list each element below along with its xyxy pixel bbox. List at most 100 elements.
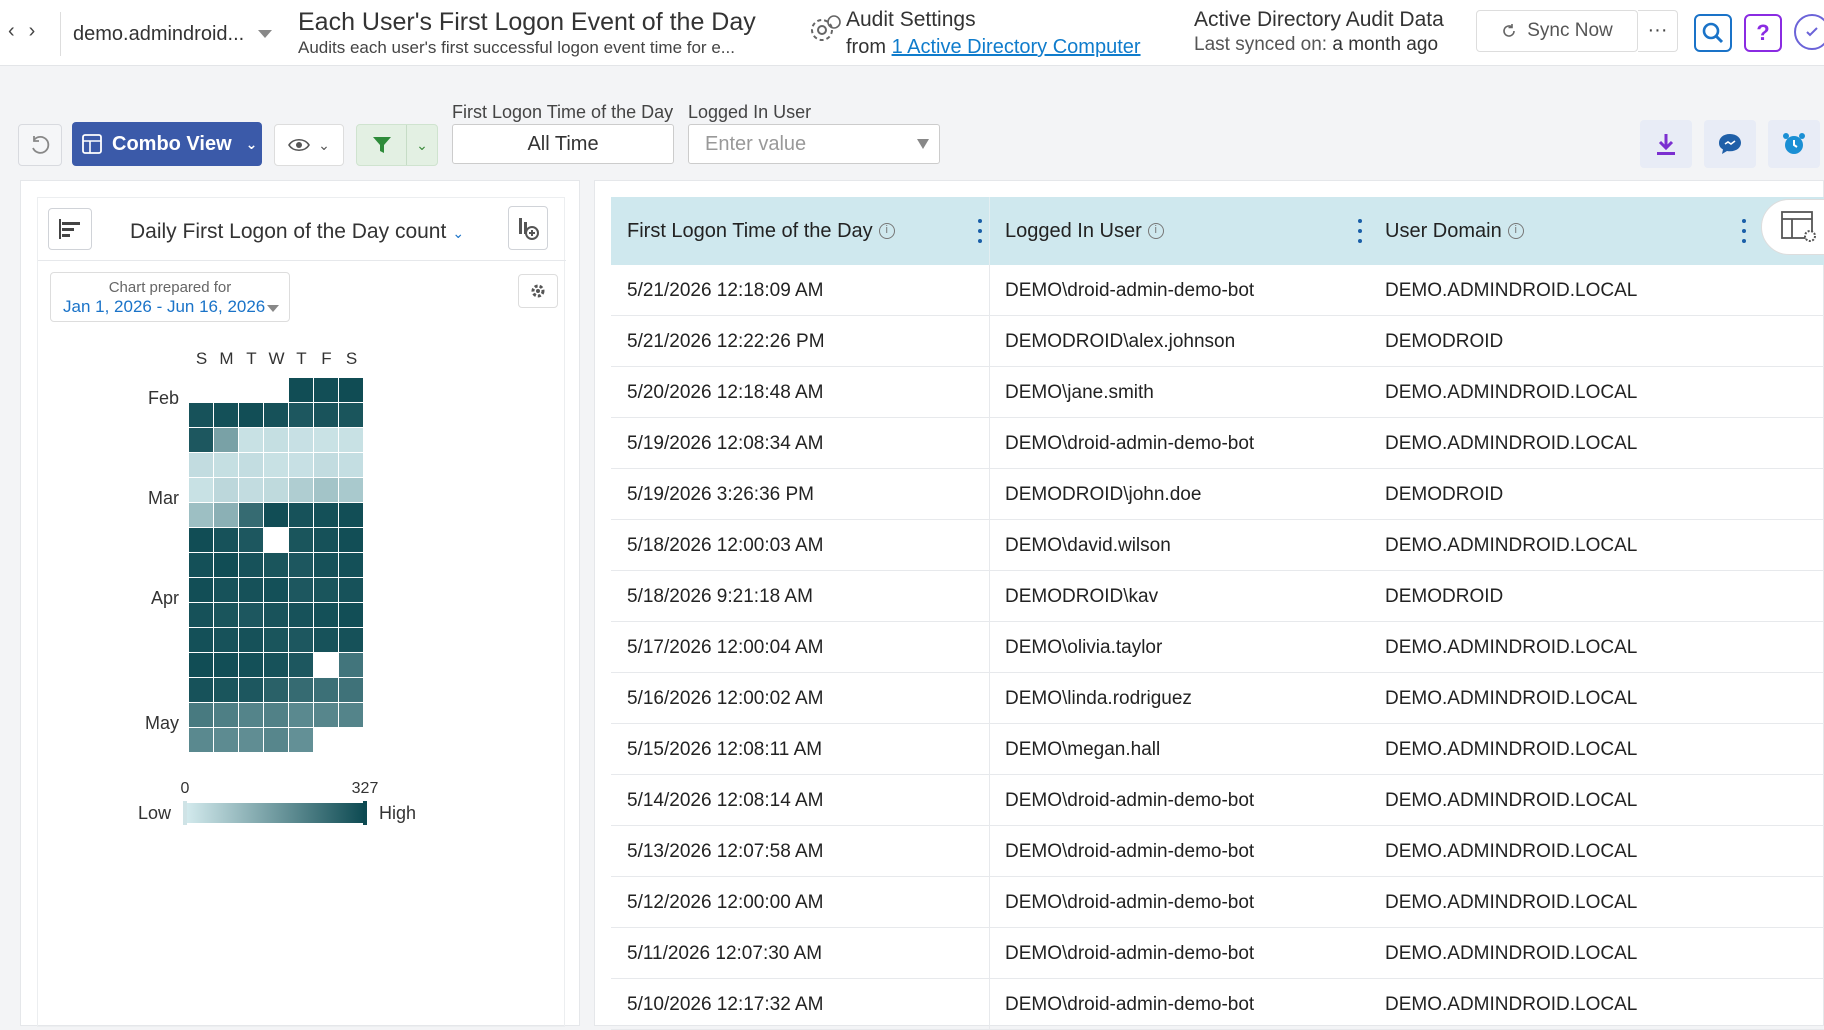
schedule-button[interactable] bbox=[1768, 120, 1820, 168]
chart-panel: Daily First Logon of the Day count ⌄ Char… bbox=[20, 180, 580, 1027]
heatmap-cell bbox=[264, 678, 288, 702]
heatmap-cell bbox=[189, 453, 213, 477]
heatmap-cell bbox=[339, 578, 363, 602]
heatmap-cell bbox=[189, 603, 213, 627]
export-button[interactable] bbox=[1640, 120, 1692, 168]
chevron-down-icon: ⌄ bbox=[452, 225, 465, 241]
column-divider bbox=[989, 928, 990, 979]
chevron-down-icon: ⌄ bbox=[416, 136, 428, 153]
cell-logged-in-user: DEMODROID\kav bbox=[1005, 586, 1159, 607]
audit-settings-title[interactable]: Audit Settings bbox=[846, 8, 976, 32]
sync-icon bbox=[1503, 24, 1516, 37]
table-row[interactable]: 5/19/2026 12:08:34 AM DEMO\droid-admin-de… bbox=[611, 418, 1824, 469]
heatmap-cell bbox=[214, 578, 238, 602]
heatmap-cell bbox=[339, 378, 363, 402]
info-icon[interactable]: i bbox=[878, 223, 895, 239]
table-row[interactable]: 5/21/2026 12:18:09 AM DEMO\droid-admin-de… bbox=[611, 265, 1824, 316]
column-menu-icon[interactable] bbox=[977, 219, 983, 243]
heatmap-cell bbox=[239, 528, 263, 552]
add-chart-button[interactable] bbox=[508, 206, 548, 250]
cell-first-logon-time: 5/19/2026 3:26:36 PM bbox=[627, 484, 814, 505]
filter-icon bbox=[372, 137, 391, 153]
last-synced-value: a month ago bbox=[1332, 34, 1439, 55]
combo-view-button[interactable]: Combo View ⌄ bbox=[72, 122, 262, 166]
heatmap-cell bbox=[239, 453, 263, 477]
table-row[interactable]: 5/15/2026 12:08:11 AM DEMO\megan.hall DEMO… bbox=[611, 724, 1824, 775]
cell-user-domain: DEMO.ADMINDROID.LOCAL bbox=[1385, 637, 1638, 658]
info-icon[interactable]: i bbox=[1507, 223, 1524, 239]
tenant-selector[interactable]: demo.admindroid... bbox=[60, 12, 282, 56]
heatmap-cell bbox=[289, 703, 313, 727]
column-header-user[interactable]: Logged In User i bbox=[1005, 197, 1164, 265]
visibility-button[interactable]: ⌄ bbox=[274, 124, 344, 166]
table-row[interactable]: 5/14/2026 12:08:14 AM DEMO\droid-admin-de… bbox=[611, 775, 1824, 826]
back-arrow-icon[interactable]: ‹ bbox=[8, 20, 15, 43]
heatmap-cell bbox=[289, 553, 313, 577]
column-header-domain[interactable]: User Domain i bbox=[1385, 197, 1524, 265]
column-header-label: Logged In User bbox=[1005, 219, 1142, 242]
column-menu-icon[interactable] bbox=[1741, 219, 1747, 243]
table-row[interactable]: 5/19/2026 3:26:36 PM DEMODROID\john.doe DE… bbox=[611, 469, 1824, 520]
filter-dropdown[interactable]: ⌄ bbox=[407, 125, 437, 165]
heatmap-cell bbox=[264, 553, 288, 577]
heatmap-cell bbox=[314, 603, 338, 627]
column-divider bbox=[989, 826, 990, 877]
heatmap-cell bbox=[189, 578, 213, 602]
heatmap-cell bbox=[314, 503, 338, 527]
heatmap-cell bbox=[314, 578, 338, 602]
heatmap-cell bbox=[339, 478, 363, 502]
status-ring-icon[interactable] bbox=[1794, 14, 1824, 50]
table-row[interactable]: 5/12/2026 12:00:00 AM DEMO\droid-admin-de… bbox=[611, 877, 1824, 928]
table-row[interactable]: 5/16/2026 12:00:02 AM DEMO\linda.rodrigue… bbox=[611, 673, 1824, 724]
refresh-icon bbox=[32, 135, 50, 154]
sync-now-button[interactable]: Sync Now bbox=[1476, 10, 1638, 52]
more-options-button[interactable]: ··· bbox=[1638, 10, 1678, 52]
cell-first-logon-time: 5/12/2026 12:00:00 AM bbox=[627, 892, 824, 913]
column-divider bbox=[989, 469, 990, 520]
cell-first-logon-time: 5/19/2026 12:08:34 AM bbox=[627, 433, 824, 454]
chart-settings-button[interactable] bbox=[518, 274, 558, 308]
heatmap-cell bbox=[264, 453, 288, 477]
filter-button[interactable]: ⌄ bbox=[356, 124, 438, 166]
feedback-button[interactable] bbox=[1704, 120, 1756, 168]
column-settings-button[interactable] bbox=[1761, 199, 1824, 255]
user-filter-field[interactable]: Enter value bbox=[688, 124, 940, 164]
table-row[interactable]: 5/21/2026 12:22:26 PM DEMODROID\alex.john… bbox=[611, 316, 1824, 367]
search-button[interactable] bbox=[1694, 14, 1732, 52]
filter-toggle[interactable] bbox=[357, 125, 407, 165]
chart-type-button[interactable] bbox=[48, 208, 92, 250]
chart-title-selector[interactable]: Daily First Logon of the Day count ⌄ bbox=[130, 220, 464, 244]
cell-logged-in-user: DEMO\droid-admin-demo-bot bbox=[1005, 280, 1255, 301]
table-row[interactable]: 5/18/2026 12:00:03 AM DEMO\david.wilson DE… bbox=[611, 520, 1824, 571]
column-menu-icon[interactable] bbox=[1357, 219, 1363, 243]
weekday-label: F bbox=[321, 349, 331, 368]
chart-prepared-label: Chart prepared for bbox=[108, 279, 232, 296]
cell-first-logon-time: 5/15/2026 12:08:11 AM bbox=[627, 739, 823, 760]
table-row[interactable]: 5/17/2026 12:00:04 AM DEMO\olivia.taylor D… bbox=[611, 622, 1824, 673]
heatmap-cell bbox=[239, 728, 263, 752]
column-divider bbox=[989, 418, 990, 469]
table-row[interactable]: 5/10/2026 12:17:32 AM DEMO\droid-admin-de… bbox=[611, 979, 1824, 1030]
cell-user-domain: DEMO.ADMINDROID.LOCAL bbox=[1385, 841, 1638, 862]
combo-view-icon bbox=[82, 134, 102, 154]
time-filter-field[interactable]: All Time bbox=[452, 124, 674, 164]
table-row[interactable]: 5/18/2026 9:21:18 AM DEMODROID\kav DEMODRO… bbox=[611, 571, 1824, 622]
audit-settings-icon[interactable] bbox=[806, 12, 844, 46]
heatmap-cell bbox=[239, 703, 263, 727]
column-divider bbox=[989, 367, 990, 418]
cell-logged-in-user: DEMO\jane.smith bbox=[1005, 382, 1154, 403]
table-row[interactable]: 5/13/2026 12:07:58 AM DEMO\droid-admin-de… bbox=[611, 826, 1824, 877]
cell-first-logon-time: 5/20/2026 12:18:48 AM bbox=[627, 382, 824, 403]
info-icon[interactable]: i bbox=[1147, 223, 1164, 239]
audit-source-link[interactable]: 1 Active Directory Computer bbox=[892, 36, 1141, 58]
heatmap-cell bbox=[339, 428, 363, 452]
table-row[interactable]: 5/20/2026 12:18:48 AM DEMO\jane.smith DEMO… bbox=[611, 367, 1824, 418]
reset-button[interactable] bbox=[18, 124, 62, 166]
table-row[interactable]: 5/11/2026 12:07:30 AM DEMO\droid-admin-de… bbox=[611, 928, 1824, 979]
column-header-time[interactable]: First Logon Time of the Day i bbox=[627, 197, 895, 265]
chart-date-range[interactable]: Chart prepared for Jan 1, 2026 - Jun 16,… bbox=[50, 272, 290, 322]
column-divider bbox=[989, 520, 990, 571]
help-button[interactable]: ? bbox=[1744, 14, 1782, 52]
heatmap-cell bbox=[264, 628, 288, 652]
forward-arrow-icon[interactable]: › bbox=[29, 20, 36, 43]
